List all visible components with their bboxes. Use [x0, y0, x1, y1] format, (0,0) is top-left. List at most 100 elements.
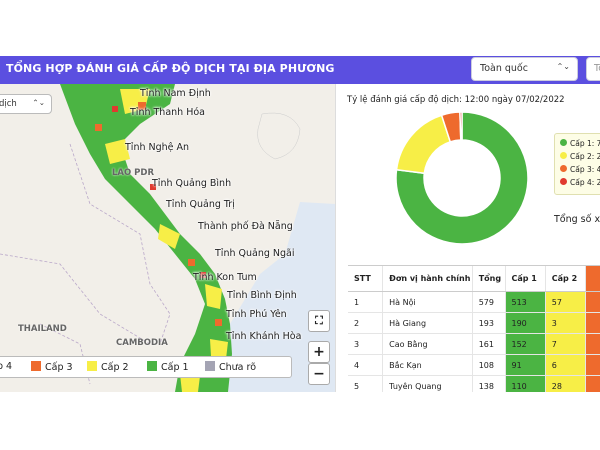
place-label: Tỉnh Quảng Trị	[166, 199, 235, 210]
place-label: Tỉnh Kon Tum	[193, 272, 257, 283]
table-cell: 57	[545, 291, 587, 313]
region-select[interactable]: Toàn quốc ⌃⌄	[471, 57, 578, 81]
legend-label: Cấp 1	[161, 362, 189, 373]
place-label: Tỉnh Quảng Bình	[152, 178, 232, 189]
table-cell: 193	[472, 312, 506, 334]
column-header[interactable]: Cấp 2	[545, 266, 587, 292]
table-cell: Hà Giang	[382, 312, 473, 334]
table-cell: 513	[505, 291, 546, 313]
place-label: Tỉnh Nghệ An	[125, 142, 190, 153]
table-cell: 5	[348, 375, 384, 392]
chart-legend-item: Cấp 4: 2	[560, 178, 600, 187]
table-row[interactable]: 4 Bắc Kạn 108 91 6	[348, 354, 600, 376]
table-cell: 3	[545, 312, 587, 334]
legend-dot	[560, 165, 567, 172]
chevron-updown-icon: ⌃⌄	[32, 98, 45, 107]
donut-chart	[395, 111, 529, 245]
chart-legend-item: Cấp 2: 2	[560, 152, 600, 161]
stats-panel: Tỷ lệ đánh giá cấp độ dịch: 12:00 ngày 0…	[335, 84, 600, 392]
zoom-in-button[interactable]: +	[308, 341, 330, 363]
legend-label: Chưa rõ	[219, 362, 257, 373]
layer-select-value: dịch	[0, 99, 17, 109]
column-header[interactable]: Đơn vị hành chính	[382, 266, 473, 292]
table-cell: 6	[545, 354, 587, 376]
map-legend: p 4 Cấp 3 Cấp 2 Cấp 1 Chưa rõ	[0, 356, 292, 378]
legend-dot	[560, 152, 567, 159]
stats-table: STT Đơn vị hành chính Tổng Cấp 1 Cấp 2 1…	[348, 265, 600, 392]
table-cell: 110	[505, 375, 546, 392]
legend-item: Cấp 1	[147, 361, 189, 373]
table-cell: 138	[472, 375, 506, 392]
chart-legend-item: Cấp 3: 4	[560, 165, 600, 174]
chart-legend: Cấp 1: 7 Cấp 2: 2 Cấp 3: 4 Cấp 4: 2	[554, 133, 600, 195]
page-title: TỔNG HỢP ĐÁNH GIÁ CẤP ĐỘ DỊCH TẠI ĐỊA PH…	[6, 62, 335, 75]
place-label: Tỉnh Phú Yên	[226, 309, 287, 320]
table-cell: 190	[505, 312, 546, 334]
legend-swatch	[147, 361, 157, 371]
map-view[interactable]: Tỉnh Nam Định Tỉnh Thanh Hóa Tỉnh Nghệ A…	[0, 84, 335, 392]
chart-caption: Tỷ lệ đánh giá cấp độ dịch: 12:00 ngày 0…	[347, 95, 565, 105]
header-bar: TỔNG HỢP ĐÁNH GIÁ CẤP ĐỘ DỊCH TẠI ĐỊA PH…	[0, 56, 600, 84]
column-header[interactable]: Cấp 1	[505, 266, 546, 292]
place-label: Tỉnh Nam Định	[140, 88, 211, 99]
column-header[interactable]: STT	[348, 266, 384, 292]
table-cell	[585, 375, 600, 392]
table-cell: 108	[472, 354, 506, 376]
table-cell: Hà Nội	[382, 291, 473, 313]
table-header-row: STT Đơn vị hành chính Tổng Cấp 1 Cấp 2	[348, 266, 600, 292]
layer-select[interactable]: dịch ⌃⌄	[0, 94, 52, 114]
donut-slice-cấp-2[interactable]	[395, 114, 452, 175]
legend-label: p 4	[0, 361, 13, 372]
legend-swatch	[205, 361, 215, 371]
date-input[interactable]: To	[586, 57, 600, 81]
table-row[interactable]: 2 Hà Giang 193 190 3	[348, 312, 600, 334]
legend-swatch	[31, 361, 41, 371]
table-row[interactable]: 5 Tuyên Quang 138 110 28	[348, 375, 600, 392]
table-cell: Bắc Kạn	[382, 354, 473, 376]
chevron-updown-icon: ⌃⌄	[556, 62, 570, 71]
total-communes-label: Tổng số xã:	[554, 214, 600, 225]
table-row[interactable]: 3 Cao Bằng 161 152 7	[348, 333, 600, 355]
date-input-placeholder: To	[594, 63, 600, 74]
legend-item: p 4	[0, 361, 12, 372]
legend-swatch	[87, 361, 97, 371]
legend-item: Cấp 2	[87, 361, 129, 373]
country-label: CAMBODIA	[116, 338, 168, 348]
chart-legend-item: Cấp 1: 7	[560, 139, 600, 148]
column-header[interactable]	[585, 266, 600, 292]
place-label: Tỉnh Bình Định	[227, 290, 297, 301]
chart-legend-label: Cấp 2: 2	[570, 152, 600, 161]
region-select-value: Toàn quốc	[480, 63, 528, 74]
legend-dot	[560, 139, 567, 146]
country-label: LAO PDR	[112, 168, 155, 178]
fullscreen-button[interactable]: ⛶	[308, 310, 330, 332]
legend-dot	[560, 178, 567, 185]
table-cell: Cao Bằng	[382, 333, 473, 355]
legend-item: Cấp 3	[31, 361, 73, 373]
donut-slice-cấp-4[interactable]	[459, 111, 463, 141]
fullscreen-icon: ⛶	[315, 314, 323, 327]
table-cell: 28	[545, 375, 587, 392]
legend-label: Cấp 3	[45, 362, 73, 373]
chart-legend-label: Cấp 1: 7	[570, 139, 600, 148]
table-cell: 579	[472, 291, 506, 313]
chart-legend-label: Cấp 4: 2	[570, 178, 600, 187]
place-label: Thành phố Đà Nẵng	[198, 221, 293, 232]
table-cell: 7	[545, 333, 587, 355]
table-cell: 4	[348, 354, 384, 376]
column-header[interactable]: Tổng	[472, 266, 506, 292]
table-cell: 161	[472, 333, 506, 355]
country-label: THAILAND	[18, 324, 67, 334]
table-cell: Tuyên Quang	[382, 375, 473, 392]
table-cell	[585, 333, 600, 355]
place-label: Tỉnh Thanh Hóa	[130, 107, 205, 118]
table-cell: 152	[505, 333, 546, 355]
table-row[interactable]: 1 Hà Nội 579 513 57	[348, 291, 600, 313]
table-cell: 3	[348, 333, 384, 355]
zoom-out-button[interactable]: −	[308, 363, 330, 385]
chart-legend-label: Cấp 3: 4	[570, 165, 600, 174]
table-cell: 2	[348, 312, 384, 334]
table-cell: 91	[505, 354, 546, 376]
place-label: Tỉnh Quảng Ngãi	[215, 248, 295, 259]
place-label: Tỉnh Khánh Hòa	[226, 331, 302, 342]
